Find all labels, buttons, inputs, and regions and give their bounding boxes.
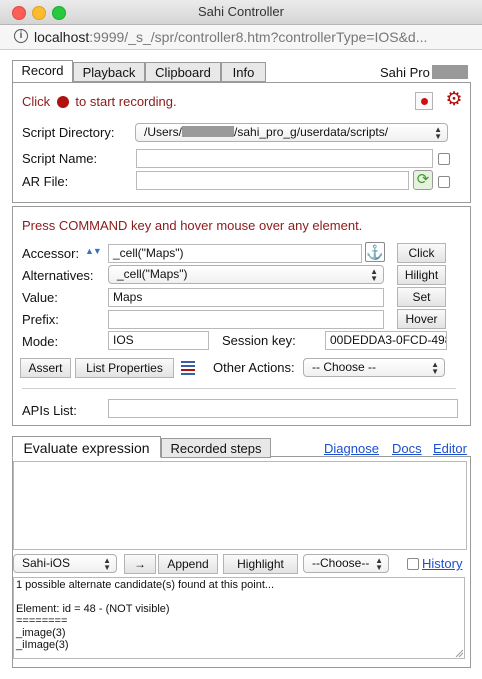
resize-grip-icon[interactable] bbox=[455, 649, 463, 657]
record-dot-icon bbox=[56, 96, 69, 108]
value-label: Value: bbox=[22, 290, 58, 305]
docs-link[interactable]: Docs bbox=[392, 441, 422, 456]
prefix-label: Prefix: bbox=[22, 312, 59, 327]
script-directory-prefix: /Users/ bbox=[144, 125, 183, 139]
log-line: _image(3) bbox=[16, 627, 66, 639]
record-hint-click: Click bbox=[22, 94, 51, 109]
prefix-input[interactable] bbox=[108, 310, 384, 329]
hover-button[interactable]: Hover bbox=[397, 309, 446, 329]
set-button[interactable]: Set bbox=[397, 287, 446, 307]
select-arrows-icon: ▲ ▼ bbox=[103, 556, 111, 572]
refresh-icon[interactable]: ⟳ bbox=[413, 170, 433, 190]
other-actions-label: Other Actions: bbox=[213, 360, 295, 375]
swap-arrows-icon[interactable]: ▲▼ bbox=[85, 246, 102, 256]
choose-select[interactable]: --Choose-- ▲ ▼ bbox=[303, 554, 389, 573]
assert-button[interactable]: Assert bbox=[20, 358, 71, 378]
log-line: Element: id = 48 - (NOT visible) bbox=[16, 603, 170, 615]
address-bar: i localhost:9999/_s_/spr/controller8.htm… bbox=[0, 25, 482, 50]
log-line: 1 possible alternate candidate(s) found … bbox=[16, 579, 275, 591]
tab-evaluate-expression[interactable]: Evaluate expression bbox=[12, 436, 161, 458]
other-actions-value: -- Choose -- bbox=[312, 360, 377, 374]
highlight-button[interactable]: Highlight bbox=[223, 554, 298, 574]
editor-link[interactable]: Editor bbox=[433, 441, 467, 456]
url-path: :9999/_s_/spr/controller8.htm?controller… bbox=[89, 29, 428, 45]
tab-playback[interactable]: Playback bbox=[73, 62, 145, 82]
divider bbox=[22, 388, 456, 389]
other-actions-select[interactable]: -- Choose -- ▲ ▼ bbox=[303, 358, 445, 377]
ar-file-label: AR File: bbox=[22, 174, 69, 189]
script-directory-select[interactable]: /Users/ /sahi_pro_g/userdata/scripts/ ▲ ▼ bbox=[135, 123, 448, 142]
apis-list-label: APIs List: bbox=[22, 403, 77, 418]
record-hint: Click to start recording. bbox=[22, 94, 177, 109]
properties-icon-lines bbox=[181, 361, 195, 363]
session-key-label: Session key: bbox=[222, 333, 296, 348]
script-name-input[interactable] bbox=[136, 149, 433, 168]
diagnose-link[interactable]: Diagnose bbox=[324, 441, 379, 456]
alternatives-value: _cell("Maps") bbox=[117, 267, 188, 281]
language-select[interactable]: Sahi-iOS ▲ ▼ bbox=[13, 554, 117, 573]
append-button[interactable]: Append bbox=[158, 554, 218, 574]
anchor-icon[interactable]: ⚓ bbox=[365, 242, 385, 262]
choose-value: --Choose-- bbox=[312, 556, 370, 570]
mode-label: Mode: bbox=[22, 334, 59, 349]
window-title: Sahi Controller bbox=[198, 4, 284, 19]
script-directory-label: Script Directory: bbox=[22, 125, 115, 140]
tab-clipboard[interactable]: Clipboard bbox=[145, 62, 221, 82]
session-key-input[interactable]: 00DEDDA3-0FCD-498 bbox=[325, 331, 447, 350]
select-arrows-icon: ▲ ▼ bbox=[370, 267, 378, 283]
ar-file-input[interactable] bbox=[136, 171, 409, 190]
select-arrows-icon: ▲ ▼ bbox=[375, 556, 383, 572]
script-directory-suffix: /sahi_pro_g/userdata/scripts/ bbox=[234, 125, 389, 139]
mode-input[interactable]: IOS bbox=[108, 331, 209, 350]
tab-recorded-steps[interactable]: Recorded steps bbox=[161, 438, 271, 458]
alternatives-label: Alternatives: bbox=[22, 268, 94, 283]
hilight-button[interactable]: Hilight bbox=[397, 265, 446, 285]
log-line: _iImage(3) bbox=[16, 639, 69, 651]
url-text[interactable]: localhost:9999/_s_/spr/controller8.htm?c… bbox=[34, 29, 474, 45]
brand-label: Sahi Pro bbox=[380, 65, 430, 80]
alternatives-select[interactable]: _cell("Maps") ▲ ▼ bbox=[108, 265, 384, 284]
tab-record[interactable]: Record bbox=[12, 60, 73, 83]
settings-gear-icon[interactable]: ⚙ bbox=[444, 90, 464, 110]
select-arrows-icon: ▲ ▼ bbox=[434, 125, 442, 141]
properties-icon[interactable] bbox=[180, 358, 198, 378]
accessor-input[interactable]: _cell("Maps") bbox=[108, 244, 362, 263]
record-icon bbox=[421, 98, 428, 105]
script-name-label: Script Name: bbox=[22, 151, 98, 166]
record-hint-start: to start recording. bbox=[75, 94, 177, 109]
url-host: localhost bbox=[34, 29, 90, 45]
log-line: ======== bbox=[16, 615, 68, 627]
language-value: Sahi-iOS bbox=[22, 556, 71, 570]
click-button[interactable]: Click bbox=[397, 243, 446, 263]
history-link[interactable]: History bbox=[422, 556, 462, 571]
list-properties-button[interactable]: List Properties bbox=[75, 358, 174, 378]
arrow-button[interactable]: → bbox=[124, 554, 156, 574]
redacted-username bbox=[182, 126, 235, 137]
apis-list-input[interactable] bbox=[108, 399, 458, 418]
info-icon[interactable]: i bbox=[14, 29, 28, 43]
accessor-label: Accessor: bbox=[22, 246, 80, 261]
ar-file-checkbox[interactable] bbox=[438, 176, 450, 188]
expression-textarea[interactable] bbox=[13, 461, 467, 550]
tab-info[interactable]: Info bbox=[221, 62, 266, 82]
value-input[interactable]: Maps bbox=[108, 288, 384, 307]
redacted-version bbox=[432, 65, 468, 79]
inspector-hint: Press COMMAND key and hover mouse over a… bbox=[22, 218, 363, 233]
output-log[interactable]: 1 possible alternate candidate(s) found … bbox=[13, 577, 465, 659]
history-checkbox[interactable] bbox=[407, 558, 419, 570]
select-arrows-icon: ▲ ▼ bbox=[431, 360, 439, 376]
title-bar: Sahi Controller bbox=[0, 0, 482, 25]
script-name-checkbox[interactable] bbox=[438, 153, 450, 165]
record-button[interactable] bbox=[415, 92, 433, 110]
